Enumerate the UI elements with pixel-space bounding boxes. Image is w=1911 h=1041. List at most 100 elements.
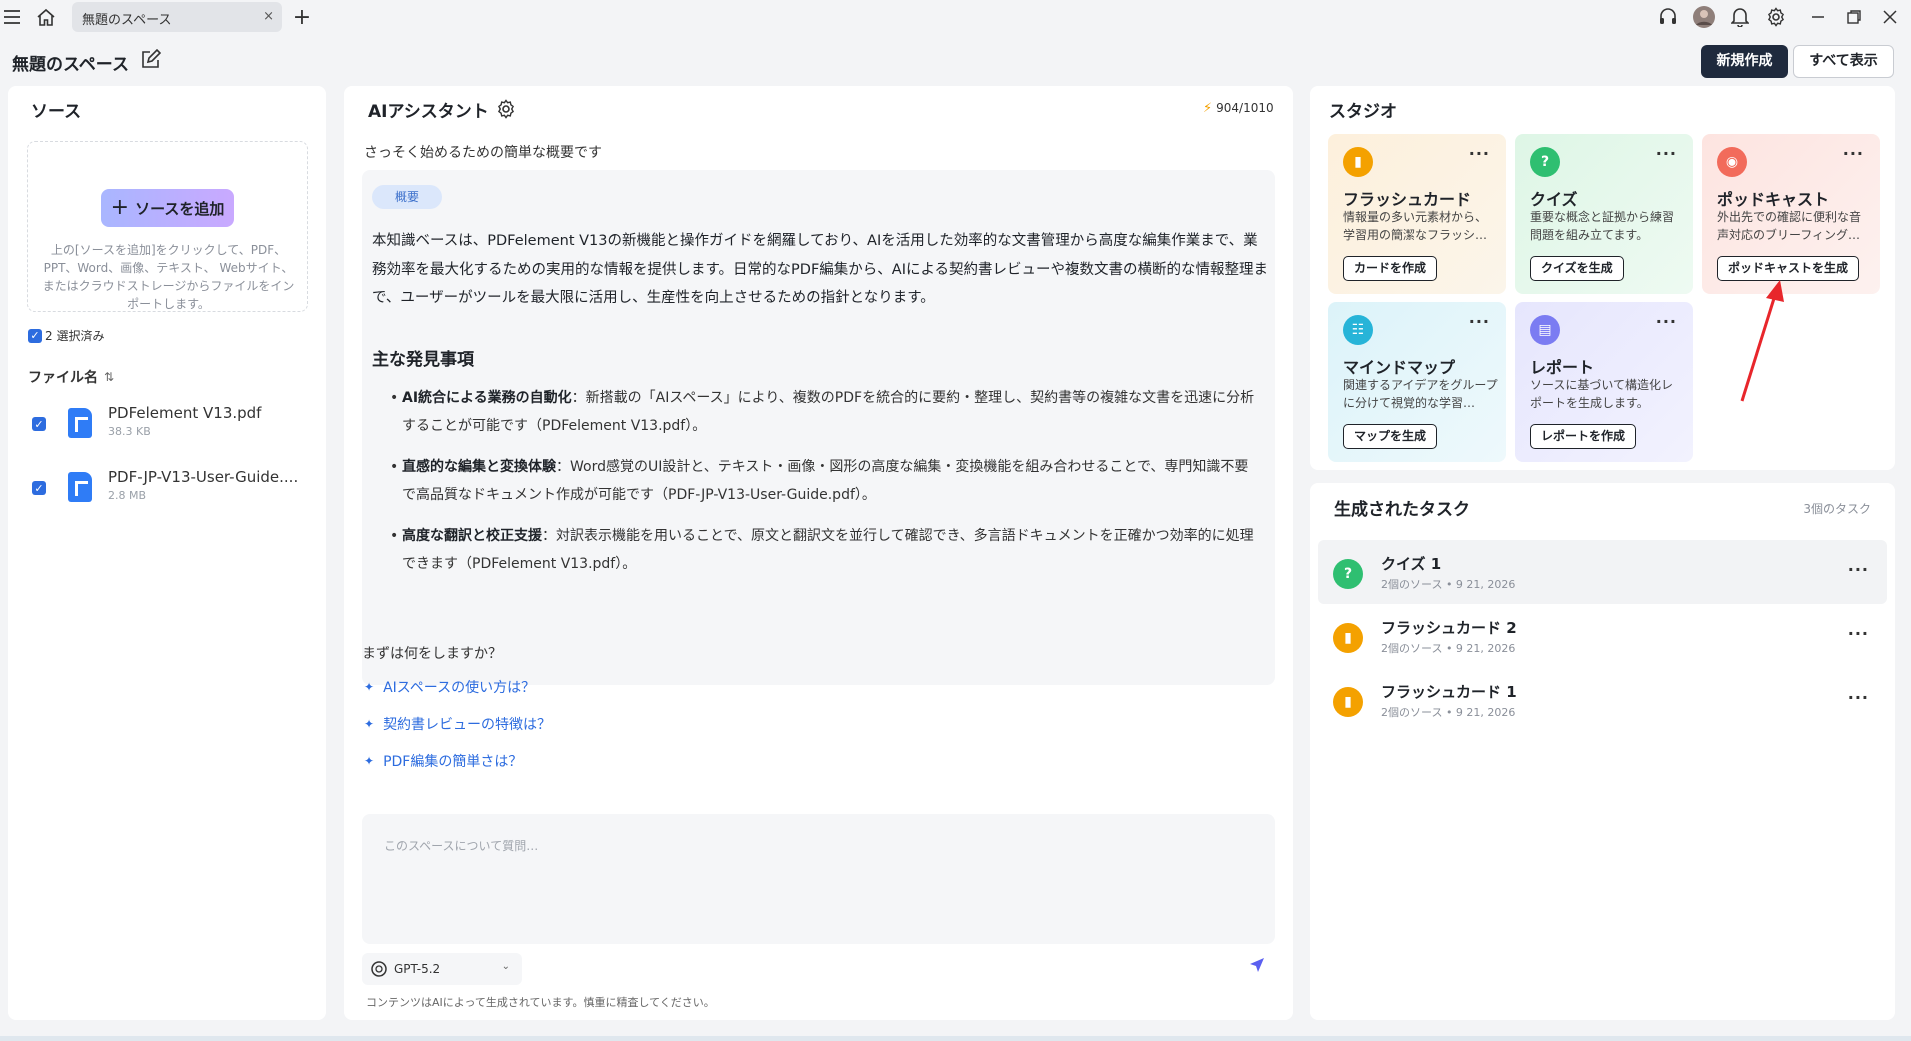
task-name: クイズ 1 bbox=[1381, 555, 1442, 573]
finding-label: 高度な翻訳と校正支援 bbox=[402, 528, 542, 544]
space-header: 無題のスペース 新規作成 すべて表示 bbox=[0, 40, 1911, 84]
task-item[interactable]: ? クイズ 1 2個のソース • 9 21, 2026 ··· bbox=[1318, 540, 1887, 604]
credit-value: 904/1010 bbox=[1216, 101, 1274, 115]
sources-panel: ソース + ソースを追加 上の[ソースを追加]をクリックして、PDF、PPT、W… bbox=[8, 86, 326, 1020]
card-description: 重要な概念と証拠から練習問題を組み立てます。 bbox=[1530, 210, 1675, 242]
file-checkbox[interactable]: ✓ bbox=[32, 481, 46, 495]
settings-gear-icon[interactable] bbox=[1764, 5, 1788, 29]
restore-icon[interactable] bbox=[1842, 5, 1866, 29]
avatar[interactable] bbox=[1692, 5, 1716, 29]
findings-heading: 主な発見事項 bbox=[372, 350, 474, 370]
mindmap-icon: ☷ bbox=[1343, 315, 1373, 345]
menu-icon[interactable] bbox=[0, 5, 24, 29]
suggestion-label: PDF編集の簡単さは？ bbox=[383, 754, 523, 770]
source-dropzone[interactable]: + ソースを追加 上の[ソースを追加]をクリックして、PDF、PPT、Word、… bbox=[27, 141, 308, 312]
home-icon[interactable] bbox=[34, 5, 58, 29]
task-name: フラッシュカード 1 bbox=[1381, 683, 1517, 701]
task-meta: 2個のソース • 9 21, 2026 bbox=[1381, 706, 1516, 719]
select-all-checkbox[interactable]: ✓ bbox=[28, 328, 42, 343]
suggestion-link[interactable]: ✦ AIスペースの使い方は？ bbox=[364, 677, 535, 697]
more-options-icon[interactable]: ··· bbox=[1848, 624, 1869, 643]
add-source-button[interactable]: + ソースを追加 bbox=[101, 189, 234, 227]
more-options-icon[interactable]: ··· bbox=[1469, 144, 1490, 163]
pdf-file-icon bbox=[68, 408, 92, 438]
selected-count: 2 選択済み bbox=[45, 329, 105, 343]
finding-item: 直感的な編集と変換体験：Word感覚のUI設計と、テキスト・画像・図形の高度な編… bbox=[390, 453, 1262, 509]
sparkle-icon: ✦ bbox=[364, 717, 375, 731]
suggestion-label: 契約書レビューの特徴は？ bbox=[383, 717, 552, 733]
finding-label: 直感的な編集と変換体験 bbox=[402, 459, 556, 475]
tab-close-icon[interactable]: × bbox=[263, 9, 274, 24]
studio-panel: スタジオ ▮ ··· フラッシュカード 情報量の多い元素材から、学習用の簡潔なフ… bbox=[1310, 86, 1895, 470]
suggestion-label: AIスペースの使い方は？ bbox=[383, 680, 536, 696]
chevron-down-icon: ⌄ bbox=[501, 961, 510, 972]
suggestions-title: まずは何をしますか？ bbox=[362, 646, 502, 662]
tab-title: 無題のスペース bbox=[82, 13, 172, 28]
file-size: 38.3 KB bbox=[108, 425, 151, 438]
file-name-header[interactable]: ファイル名 ⇅ bbox=[28, 367, 114, 387]
sparkle-icon: ✦ bbox=[364, 754, 375, 768]
close-window-icon[interactable] bbox=[1878, 5, 1902, 29]
assistant-settings-icon[interactable] bbox=[496, 99, 518, 121]
mindmap-card[interactable]: ☷ ··· マインドマップ 関連するアイデアをグループに分けて視覚的な学習… マ… bbox=[1328, 302, 1506, 462]
ai-disclaimer: コンテンツはAIによって生成されています。慎重に精査してください。 bbox=[366, 996, 715, 1009]
file-checkbox[interactable]: ✓ bbox=[32, 417, 46, 431]
headset-icon[interactable] bbox=[1656, 5, 1680, 29]
sort-icon[interactable]: ⇅ bbox=[104, 370, 114, 384]
more-options-icon[interactable]: ··· bbox=[1656, 144, 1677, 163]
model-selector[interactable]: GPT-5.2 ⌄ bbox=[362, 953, 522, 985]
more-options-icon[interactable]: ··· bbox=[1469, 312, 1490, 331]
file-item[interactable]: ✓ PDFelement V13.pdf 38.3 KB bbox=[32, 404, 312, 444]
card-description: ソースに基づいて構造化レポートを生成します。 bbox=[1530, 378, 1674, 410]
dropzone-hint: 上の[ソースを追加]をクリックして、PDF、PPT、Word、画像、テキスト、 … bbox=[42, 243, 295, 311]
generate-map-button[interactable]: マップを生成 bbox=[1343, 424, 1438, 449]
summary-card: 概要 本知識ベースは、PDFelement V13の新機能と操作ガイドを網羅して… bbox=[362, 170, 1275, 685]
flashcard-card[interactable]: ▮ ··· フラッシュカード 情報量の多い元素材から、学習用の簡潔なフラッシ… … bbox=[1328, 134, 1506, 294]
add-source-label: ソースを追加 bbox=[135, 199, 225, 218]
file-size: 2.8 MB bbox=[108, 489, 147, 502]
generated-tasks-panel: 生成されたタスク 3個のタスク ? クイズ 1 2個のソース • 9 21, 2… bbox=[1310, 483, 1895, 1020]
suggestion-link[interactable]: ✦ 契約書レビューの特徴は？ bbox=[364, 714, 551, 734]
title-bar: 無題のスペース × + bbox=[0, 0, 1911, 34]
create-report-button[interactable]: レポートを作成 bbox=[1530, 424, 1637, 449]
task-count: 3個のタスク bbox=[1803, 502, 1871, 516]
card-description: 外出先での確認に便利な音声対応のブリーフィング… bbox=[1717, 210, 1862, 242]
question-input[interactable]: このスペースについて質問… bbox=[362, 814, 1275, 944]
more-options-icon[interactable]: ··· bbox=[1848, 560, 1869, 579]
task-item[interactable]: ▮ フラッシュカード 1 2個のソース • 9 21, 2026 ··· bbox=[1318, 668, 1887, 732]
more-options-icon[interactable]: ··· bbox=[1656, 312, 1677, 331]
page-title: 無題のスペース bbox=[12, 55, 129, 75]
question-placeholder: このスペースについて質問… bbox=[384, 839, 539, 853]
file-name-header-label: ファイル名 bbox=[28, 370, 98, 386]
task-item[interactable]: ▮ フラッシュカード 2 2個のソース • 9 21, 2026 ··· bbox=[1318, 604, 1887, 668]
new-tab-button[interactable]: + bbox=[290, 5, 314, 30]
send-icon[interactable] bbox=[1248, 956, 1270, 978]
tab-space[interactable]: 無題のスペース × bbox=[72, 2, 282, 32]
flashcard-icon: ▮ bbox=[1333, 623, 1363, 653]
generate-quiz-button[interactable]: クイズを生成 bbox=[1530, 256, 1624, 281]
file-name: PDFelement V13.pdf bbox=[108, 404, 262, 422]
new-create-button[interactable]: 新規作成 bbox=[1701, 45, 1788, 78]
quiz-icon: ? bbox=[1333, 559, 1363, 589]
file-item[interactable]: ✓ PDF-JP-V13-User-Guide.... 2.8 MB bbox=[32, 468, 312, 508]
bell-icon[interactable] bbox=[1728, 5, 1752, 29]
file-name: PDF-JP-V13-User-Guide.... bbox=[108, 468, 299, 486]
podcast-icon: ◉ bbox=[1717, 147, 1747, 177]
minimize-icon[interactable] bbox=[1806, 5, 1830, 29]
finding-label: AI統合による業務の自動化 bbox=[402, 390, 572, 406]
quiz-icon: ? bbox=[1530, 147, 1560, 177]
sparkle-icon: ✦ bbox=[364, 680, 375, 694]
view-all-button[interactable]: すべて表示 bbox=[1793, 45, 1894, 78]
more-options-icon[interactable]: ··· bbox=[1843, 144, 1864, 163]
podcast-card[interactable]: ◉ ··· ポッドキャスト 外出先での確認に便利な音声対応のブリーフィング… ポ… bbox=[1702, 134, 1880, 294]
suggestion-link[interactable]: ✦ PDF編集の簡単さは？ bbox=[364, 751, 522, 771]
report-card[interactable]: ▤ ··· レポート ソースに基づいて構造化レポートを生成します。 レポートを作… bbox=[1515, 302, 1693, 462]
create-flashcard-button[interactable]: カードを作成 bbox=[1343, 256, 1438, 281]
select-all-row[interactable]: ✓ 2 選択済み bbox=[28, 327, 104, 344]
quiz-card[interactable]: ? ··· クイズ 重要な概念と証拠から練習問題を組み立てます。 クイズを生成 bbox=[1515, 134, 1693, 294]
finding-item: 高度な翻訳と校正支援：対訳表示機能を用いることで、原文と翻訳文を並行して確認でき… bbox=[390, 522, 1262, 578]
more-options-icon[interactable]: ··· bbox=[1848, 688, 1869, 707]
ai-assistant-panel: AIアシスタント ⚡ 904/1010 さっそく始めるための簡単な概要です 概要… bbox=[344, 86, 1293, 1020]
edit-title-icon[interactable] bbox=[139, 48, 163, 73]
card-description: 情報量の多い元素材から、学習用の簡潔なフラッシ… bbox=[1343, 210, 1488, 242]
